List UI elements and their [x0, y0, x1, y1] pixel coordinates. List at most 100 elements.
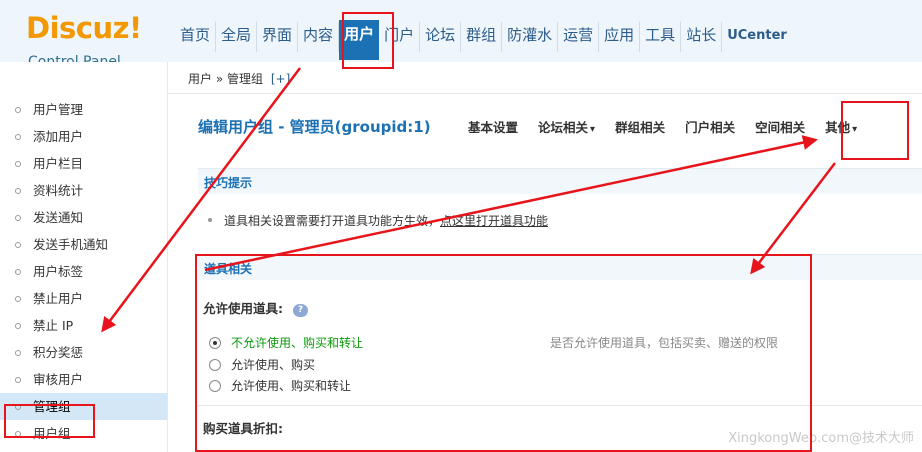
- enable-props-link[interactable]: 点这里打开道具功能: [440, 214, 548, 228]
- add-shortcut-button[interactable]: [+]: [271, 72, 290, 86]
- bullet-icon: [15, 242, 21, 248]
- tab-forum-related[interactable]: 论坛相关 ▾: [538, 117, 595, 136]
- page-title: 编辑用户组 - 管理员(groupid:1): [198, 118, 431, 136]
- nav-forum[interactable]: 论坛: [420, 22, 462, 52]
- tab-label: 门户相关: [685, 120, 736, 135]
- bullet-icon: [15, 188, 21, 194]
- sidebar-item-send-notice[interactable]: 发送通知: [0, 204, 167, 231]
- breadcrumb: 用户 » 管理组 [+]: [188, 70, 290, 87]
- sidebar-item-label: 管理组: [33, 399, 71, 414]
- radio-label: 允许使用、购买和转让: [231, 379, 352, 393]
- nav-tools[interactable]: 工具: [640, 22, 682, 52]
- sidebar-item-label: 审核用户: [33, 372, 84, 387]
- sidebar-item-label: 用户栏目: [33, 156, 84, 171]
- props-section-title: 道具相关: [204, 262, 253, 276]
- bullet-icon: [15, 350, 21, 356]
- sidebar-item-label: 用户标签: [33, 264, 84, 279]
- tab-label: 空间相关: [755, 120, 806, 135]
- bullet-icon: [208, 218, 212, 222]
- sidebar-item-label: 禁止 IP: [33, 318, 74, 333]
- nav-apps[interactable]: 应用: [599, 22, 641, 52]
- nav-home[interactable]: 首页: [175, 22, 217, 52]
- nav-groups[interactable]: 群组: [461, 22, 503, 52]
- nav-global[interactable]: 全局: [216, 22, 258, 52]
- tab-label: 群组相关: [615, 120, 666, 135]
- tab-group-related[interactable]: 群组相关: [615, 117, 665, 136]
- breadcrumb-current: 管理组: [227, 72, 264, 86]
- bullet-icon: [15, 296, 21, 302]
- bullet-icon: [15, 269, 21, 275]
- radio-label: 允许使用、购买: [231, 358, 316, 372]
- tips-title: 技巧提示: [204, 176, 253, 190]
- sidebar-item-admin-groups[interactable]: 管理组: [0, 393, 167, 420]
- nav-ucenter[interactable]: UCenter: [722, 22, 792, 52]
- tips-header: 技巧提示: [198, 168, 922, 194]
- bullet-icon: [15, 107, 21, 113]
- caret-down-icon: ▾: [852, 124, 858, 135]
- field-label-text: 允许使用道具:: [203, 301, 283, 316]
- tab-other[interactable]: 其他 ▾: [825, 117, 857, 136]
- nav-users[interactable]: 用户: [339, 20, 380, 60]
- sidebar-item-credit-rewards[interactable]: 积分奖惩: [0, 339, 167, 366]
- radio-button[interactable]: [209, 380, 221, 392]
- sidebar-item-label: 资料统计: [33, 183, 84, 198]
- nav-webmaster[interactable]: 站长: [681, 22, 723, 52]
- sidebar-item-send-sms[interactable]: 发送手机通知: [0, 231, 167, 258]
- sidebar-item-label: 添加用户: [33, 129, 84, 144]
- top-nav: 首页 全局 界面 内容 用户 门户 论坛 群组 防灌水 运营 应用 工具 站长 …: [175, 20, 792, 62]
- nav-operations[interactable]: 运营: [558, 22, 600, 52]
- discount-label: 购买道具折扣:: [203, 421, 283, 436]
- sidebar: 用户管理 添加用户 用户栏目 资料统计 发送通知 发送手机通知 用户标签 禁止用…: [0, 62, 168, 452]
- sidebar-item-user-columns[interactable]: 用户栏目: [0, 150, 167, 177]
- sidebar-item-profile-stats[interactable]: 资料统计: [0, 177, 167, 204]
- caret-down-icon: ▾: [590, 124, 596, 135]
- sidebar-item-label: 积分奖惩: [33, 345, 84, 360]
- sidebar-item-label: 发送手机通知: [33, 237, 109, 252]
- nav-portal[interactable]: 门户: [379, 22, 421, 52]
- option-description: 是否允许使用道具，包括买卖、赠送的权限: [550, 336, 779, 350]
- tab-label: 论坛相关: [538, 120, 589, 135]
- sidebar-item-add-user[interactable]: 添加用户: [0, 123, 167, 150]
- main-content: 编辑用户组 - 管理员(groupid:1) 基本设置 论坛相关 ▾ 群组相关 门…: [168, 94, 922, 452]
- help-icon[interactable]: ?: [293, 304, 308, 317]
- page-header: 编辑用户组 - 管理员(groupid:1) 基本设置 论坛相关 ▾ 群组相关 门…: [168, 94, 922, 156]
- breadcrumb-root[interactable]: 用户: [188, 72, 212, 86]
- radio-button-selected[interactable]: [209, 337, 221, 349]
- watermark: XingkongWeb.com@技术大师: [728, 431, 914, 446]
- breadcrumb-separator: »: [215, 72, 224, 86]
- bullet-icon: [15, 161, 21, 167]
- settings-tabs: 基本设置 论坛相关 ▾ 群组相关 门户相关 空间相关 其他 ▾: [468, 117, 877, 136]
- sidebar-item-user-tags[interactable]: 用户标签: [0, 258, 167, 285]
- tab-label: 其他: [825, 120, 851, 135]
- radio-allow-use-buy[interactable]: 允许使用、购买: [209, 356, 315, 374]
- tab-portal-related[interactable]: 门户相关: [685, 117, 735, 136]
- nav-antispam[interactable]: 防灌水: [502, 22, 559, 52]
- radio-button[interactable]: [209, 359, 221, 371]
- props-section-header: 道具相关: [198, 254, 922, 280]
- logo: Discuz! Control Panel: [0, 0, 168, 70]
- bullet-icon: [15, 404, 21, 410]
- tab-space-related[interactable]: 空间相关: [755, 117, 805, 136]
- breadcrumb-bar: 用户 » 管理组 [+]: [168, 62, 922, 94]
- radio-label: 不允许使用、购买和转让: [231, 336, 364, 350]
- sidebar-item-user-management[interactable]: 用户管理: [0, 96, 167, 123]
- logo-text: Discuz!: [26, 11, 142, 45]
- radio-allow-use-buy-transfer[interactable]: 允许使用、购买和转让: [209, 377, 351, 395]
- allow-props-label: 允许使用道具:?: [203, 298, 308, 317]
- tab-basic-settings[interactable]: 基本设置: [468, 117, 518, 136]
- bullet-icon: [15, 431, 21, 437]
- bullet-icon: [15, 377, 21, 383]
- tip-text: 道具相关设置需要打开道具功能方生效，: [224, 214, 441, 228]
- bullet-icon: [15, 134, 21, 140]
- bullet-icon: [15, 323, 21, 329]
- nav-content[interactable]: 内容: [298, 22, 340, 52]
- sidebar-item-user-groups[interactable]: 用户组: [0, 420, 167, 447]
- tip-item: 道具相关设置需要打开道具功能方生效，点这里打开道具功能: [208, 212, 548, 229]
- sidebar-item-ban-user[interactable]: 禁止用户: [0, 285, 167, 312]
- radio-disallow[interactable]: 不允许使用、购买和转让: [209, 334, 363, 352]
- sidebar-item-label: 用户组: [33, 426, 71, 441]
- nav-interface[interactable]: 界面: [257, 22, 299, 52]
- tab-label: 基本设置: [468, 120, 519, 135]
- sidebar-item-ban-ip[interactable]: 禁止 IP: [0, 312, 167, 339]
- sidebar-item-moderate-users[interactable]: 审核用户: [0, 366, 167, 393]
